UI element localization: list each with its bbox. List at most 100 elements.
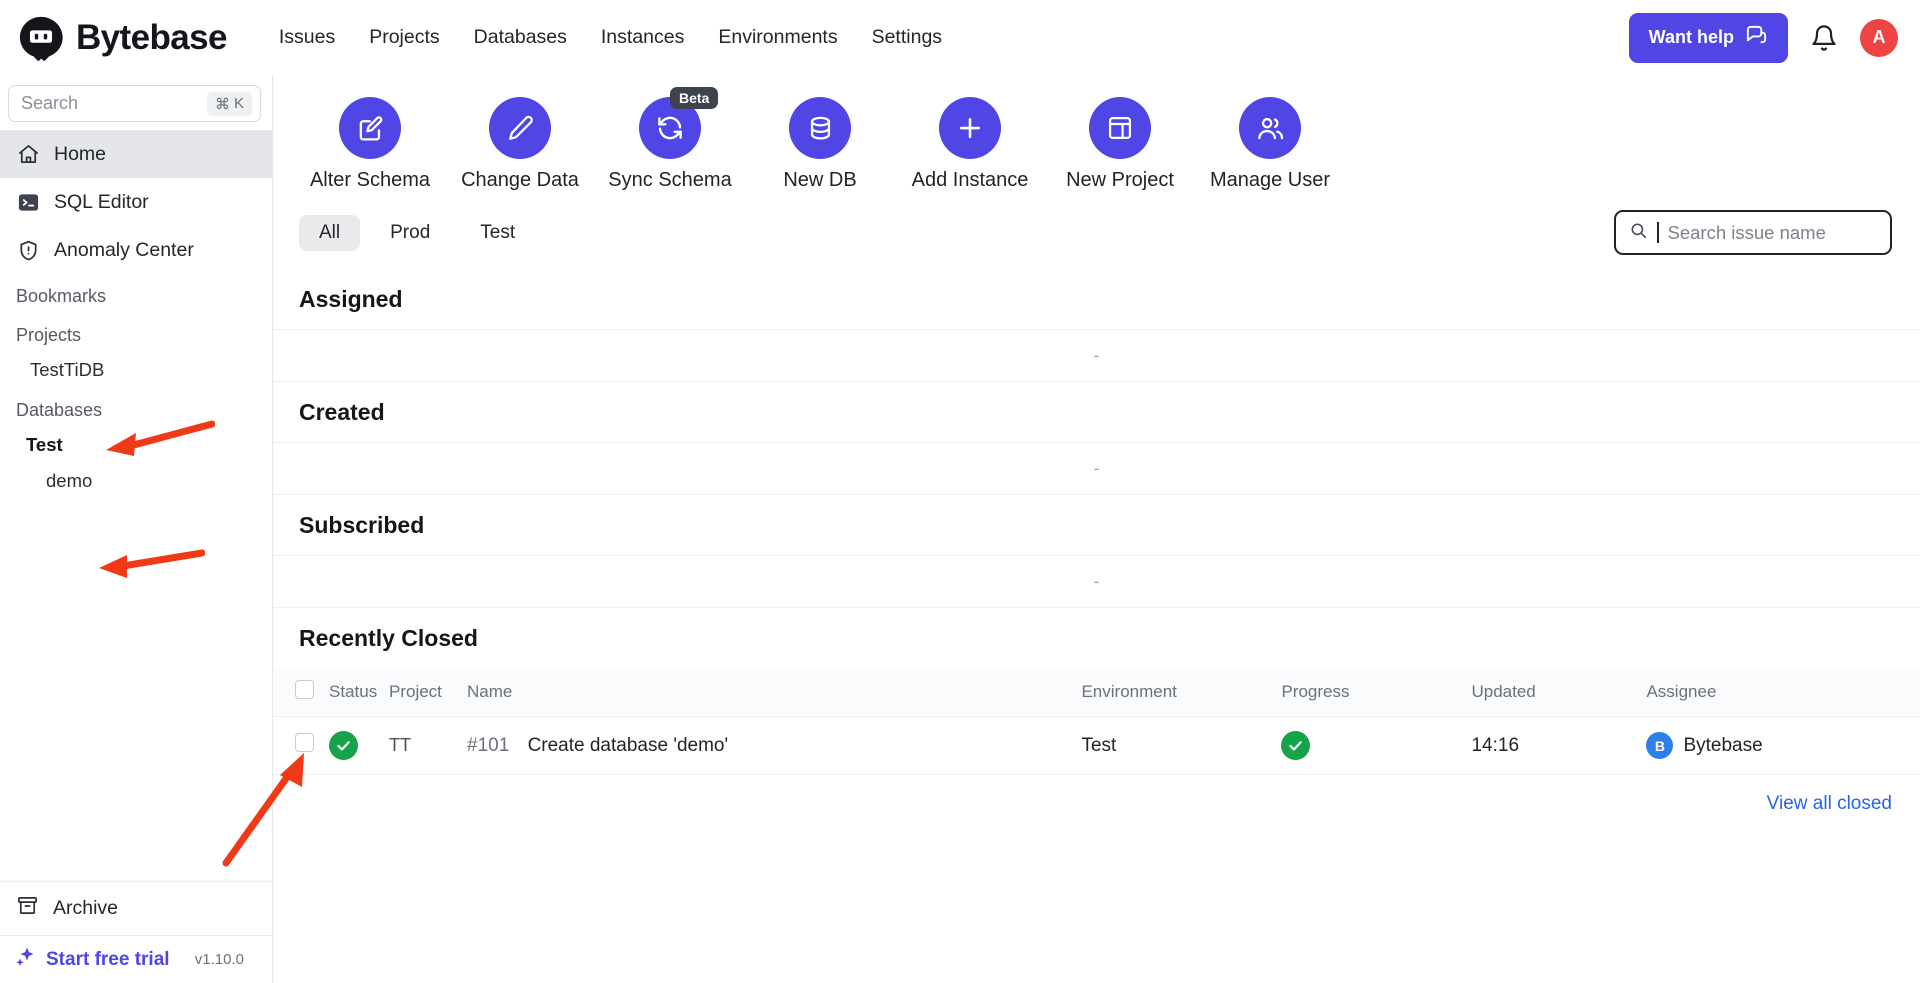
annotation-arrow-database: [99, 549, 205, 578]
home-icon: [16, 142, 40, 166]
sidebar-item-home-label: Home: [54, 142, 107, 165]
environment-tabs: All Prod Test: [299, 214, 535, 251]
section-empty-assigned: -: [273, 330, 1920, 382]
tab-prod[interactable]: Prod: [370, 215, 450, 251]
column-updated: Updated: [1471, 668, 1647, 717]
assignee-name: Bytebase: [1683, 734, 1763, 756]
sidebar-section-databases: Databases: [16, 400, 103, 420]
column-name: Name: [467, 668, 1082, 717]
section-empty-created: -: [273, 443, 1920, 495]
user-avatar[interactable]: A: [1860, 18, 1898, 57]
main-content: Alter Schema Change Data Beta Sync Schem…: [222, 75, 1920, 983]
sidebar-database-demo[interactable]: demo: [0, 463, 272, 499]
column-status: Status: [329, 668, 389, 717]
section-title-recently-closed: Recently Closed: [299, 625, 478, 651]
sidebar-item-sql-editor[interactable]: SQL Editor: [0, 178, 272, 226]
section-title-assigned: Assigned: [273, 269, 1920, 330]
quick-action-change-data[interactable]: Change Data: [445, 97, 595, 192]
start-free-trial-button[interactable]: Start free trial v1.10.0: [0, 935, 272, 983]
quick-action-add-instance[interactable]: Add Instance: [895, 97, 1045, 192]
quick-action-sync-schema[interactable]: Beta Sync Schema: [595, 87, 745, 192]
want-help-label: Want help: [1648, 27, 1734, 47]
sidebar-item-home[interactable]: Home: [0, 130, 272, 178]
quick-actions-bar: Alter Schema Change Data Beta Sync Schem…: [273, 75, 1920, 202]
quick-action-sync-schema-label: Sync Schema: [608, 169, 732, 191]
section-title-subscribed: Subscribed: [273, 495, 1920, 556]
header-actions: Want help A: [1628, 12, 1898, 63]
section-title-created: Created: [273, 382, 1920, 443]
issue-sections: Assigned - Created - Subscribed - Recent…: [273, 269, 1920, 983]
want-help-button[interactable]: Want help: [1628, 12, 1788, 63]
quick-action-manage-user-label: Manage User: [1209, 169, 1331, 191]
row-name-cell: #101 Create database 'demo': [467, 716, 1082, 775]
app-version: v1.10.0: [194, 951, 244, 968]
tab-test[interactable]: Test: [460, 215, 535, 251]
users-icon: [1239, 97, 1301, 159]
sidebar: Search ⌘ K Home SQL Editor Anomaly Cente…: [0, 75, 273, 983]
app-root: Bytebase Issues Projects Databases Insta…: [0, 0, 1920, 983]
quick-action-alter-schema[interactable]: Alter Schema: [295, 97, 445, 192]
database-icon: [789, 97, 851, 159]
sparkles-icon: [14, 945, 38, 974]
issue-search-placeholder: Search issue name: [1667, 221, 1826, 243]
search-shortcut-badge: ⌘ K: [206, 91, 252, 116]
shortcut-mod: ⌘: [214, 95, 230, 113]
view-all-closed-link[interactable]: View all closed: [1767, 793, 1892, 814]
nav-item-settings[interactable]: Settings: [872, 26, 942, 49]
quick-action-new-db[interactable]: New DB: [745, 97, 895, 192]
start-free-trial-label: Start free trial: [46, 948, 170, 970]
sidebar-search-placeholder: Search: [21, 93, 79, 113]
brand-logo[interactable]: Bytebase: [18, 15, 227, 61]
select-all-checkbox[interactable]: [295, 680, 314, 699]
bytebase-logo-icon: [18, 15, 64, 61]
column-assignee: Assignee: [1646, 668, 1920, 717]
sidebar-item-archive-label: Archive: [53, 897, 119, 919]
row-issue-name[interactable]: Create database 'demo': [528, 735, 729, 756]
quick-action-new-db-label: New DB: [783, 169, 857, 191]
sidebar-database-group-Test[interactable]: Test: [0, 427, 272, 463]
check-circle-green-icon: [329, 731, 358, 760]
quick-action-new-project[interactable]: New Project: [1045, 97, 1195, 192]
search-icon: [1629, 221, 1648, 245]
archive-icon: [16, 894, 39, 923]
table-row[interactable]: TT #101 Create database 'demo' Test 14:1…: [273, 716, 1920, 775]
nav-item-environments[interactable]: Environments: [718, 26, 837, 49]
row-project: TT: [389, 716, 467, 775]
sidebar-item-archive[interactable]: Archive: [0, 881, 272, 935]
sidebar-section-projects: Projects: [16, 325, 82, 345]
table-header-row: Status Project Name Environment Progress…: [273, 668, 1920, 717]
row-environment: Test: [1081, 716, 1282, 775]
quick-action-new-project-label: New Project: [1066, 169, 1174, 191]
quick-action-manage-user[interactable]: Manage User: [1195, 97, 1345, 192]
column-environment: Environment: [1081, 668, 1282, 717]
sidebar-item-sql-editor-label: SQL Editor: [54, 190, 149, 213]
issue-search-input[interactable]: Search issue name: [1614, 210, 1892, 255]
sidebar-search-input[interactable]: Search ⌘ K: [8, 85, 261, 122]
check-circle-green-icon: [1281, 731, 1311, 760]
recently-closed-row-status: [329, 716, 389, 775]
nav-item-issues[interactable]: Issues: [279, 26, 335, 49]
brand-name: Bytebase: [76, 17, 227, 57]
nav-item-projects[interactable]: Projects: [369, 26, 439, 49]
sidebar-item-anomaly-center[interactable]: Anomaly Center: [0, 226, 272, 274]
sidebar-section-bookmarks: Bookmarks: [16, 286, 107, 306]
row-checkbox[interactable]: [295, 733, 314, 752]
pencil-square-icon: [339, 97, 401, 159]
row-issue-id: #101: [467, 734, 510, 756]
shield-alert-icon: [16, 238, 40, 262]
column-project: Project: [389, 668, 467, 717]
tab-all[interactable]: All: [299, 214, 361, 251]
sidebar-project-TestTiDB[interactable]: TestTiDB: [0, 352, 272, 388]
bell-icon[interactable]: [1810, 24, 1838, 52]
assignee-avatar: B: [1646, 732, 1674, 759]
row-updated: 14:16: [1471, 716, 1647, 775]
recently-closed-table: Status Project Name Environment Progress…: [273, 668, 1920, 775]
layout-grid-icon: [1089, 97, 1151, 159]
chat-bubble-icon: [1745, 24, 1768, 52]
nav-item-instances[interactable]: Instances: [601, 26, 684, 49]
row-progress: [1281, 716, 1472, 775]
nav-item-databases[interactable]: Databases: [474, 26, 567, 49]
section-empty-subscribed: -: [273, 556, 1920, 608]
main-navigation: Issues Projects Databases Instances Envi…: [279, 26, 942, 49]
sidebar-item-anomaly-center-label: Anomaly Center: [54, 238, 194, 261]
